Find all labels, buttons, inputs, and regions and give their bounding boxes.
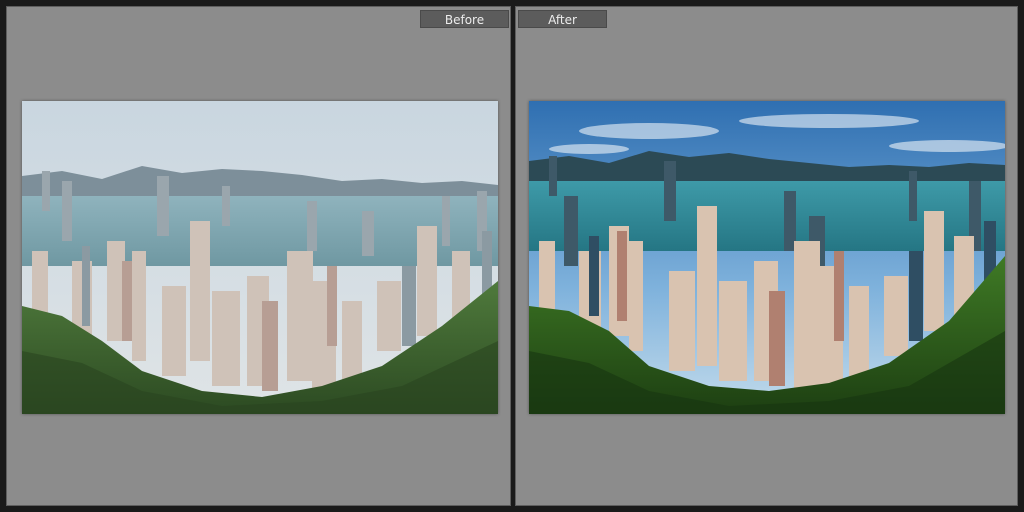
before-photo[interactable] <box>22 101 498 414</box>
after-photo[interactable] <box>529 101 1005 414</box>
after-cityscape-image <box>529 101 1005 414</box>
panel-divider <box>512 0 514 512</box>
before-label: Before <box>420 10 509 28</box>
before-panel: Before <box>6 6 511 506</box>
after-label: After <box>518 10 607 28</box>
after-panel: After <box>515 6 1018 506</box>
before-cityscape-image <box>22 101 498 414</box>
